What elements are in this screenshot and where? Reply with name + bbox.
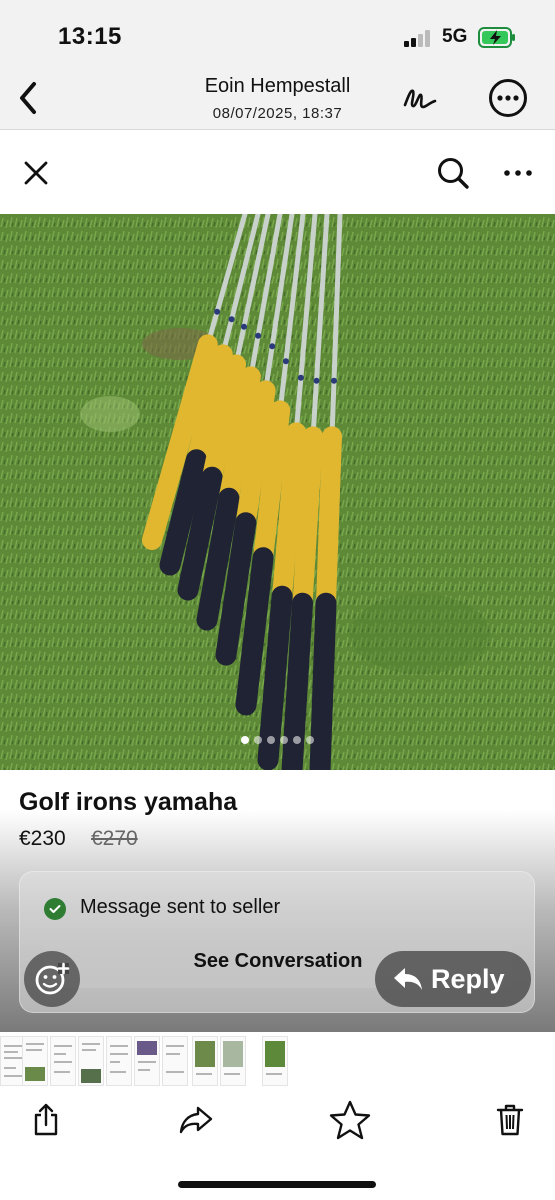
message-sent-text: Message sent to seller bbox=[80, 896, 281, 918]
more-options-button[interactable] bbox=[486, 76, 530, 120]
favorite-button[interactable] bbox=[326, 1096, 374, 1144]
shaft-band bbox=[331, 377, 337, 384]
page-thumbnail[interactable] bbox=[192, 1036, 218, 1086]
shaft-band bbox=[241, 323, 247, 330]
checkmark-icon bbox=[44, 898, 66, 920]
markup-button[interactable] bbox=[398, 76, 442, 120]
search-icon bbox=[438, 158, 469, 189]
ellipsis-icon bbox=[504, 170, 532, 176]
page-thumbnail[interactable] bbox=[162, 1036, 188, 1086]
shaft-band bbox=[214, 308, 221, 315]
shaft-band bbox=[297, 374, 304, 381]
pager-dot[interactable] bbox=[293, 736, 301, 744]
pager-dot[interactable] bbox=[306, 736, 314, 744]
page-thumbnail[interactable] bbox=[262, 1036, 288, 1086]
shaft-band bbox=[282, 358, 289, 365]
status-bar: 13:15 5G bbox=[0, 0, 555, 70]
club-grip-upper bbox=[292, 426, 323, 614]
pager-dot[interactable] bbox=[280, 736, 288, 744]
share-button[interactable] bbox=[22, 1096, 70, 1144]
reply-button[interactable]: Reply bbox=[375, 951, 531, 1007]
ellipsis-circle-icon bbox=[489, 79, 527, 117]
club-grip-upper bbox=[316, 426, 342, 614]
sender-name: Eoin Hempestall bbox=[204, 75, 351, 97]
listing-toolbar bbox=[0, 131, 555, 214]
shaft-band bbox=[269, 343, 276, 350]
forward-icon bbox=[179, 1106, 213, 1134]
reply-arrow-icon bbox=[394, 968, 422, 990]
page-thumbnail[interactable] bbox=[134, 1036, 160, 1086]
listing-more-button[interactable] bbox=[496, 151, 540, 195]
trash-icon bbox=[496, 1104, 524, 1136]
page-thumbnail[interactable] bbox=[220, 1036, 246, 1086]
page-thumbnail[interactable] bbox=[50, 1036, 76, 1086]
email-date: 08/07/2025, 18:37 bbox=[212, 105, 343, 122]
close-button[interactable] bbox=[14, 151, 58, 195]
listing-title: Golf irons yamaha bbox=[19, 788, 238, 816]
pager-dot[interactable] bbox=[267, 736, 275, 744]
share-icon bbox=[34, 1103, 58, 1136]
cellular-signal-icon bbox=[404, 30, 434, 47]
email-header: Eoin Hempestall 08/07/2025, 18:37 bbox=[0, 70, 555, 130]
page-thumbnail[interactable] bbox=[22, 1036, 48, 1086]
page-thumbnail-strip[interactable] bbox=[0, 1032, 555, 1090]
search-button[interactable] bbox=[431, 151, 475, 195]
forward-button[interactable] bbox=[172, 1096, 220, 1144]
add-reaction-button[interactable] bbox=[24, 951, 80, 1007]
club-grip-upper bbox=[272, 422, 307, 607]
network-type: 5G bbox=[442, 26, 468, 47]
shaft-band bbox=[228, 316, 235, 323]
home-indicator[interactable] bbox=[178, 1181, 376, 1188]
golf-irons-image bbox=[0, 214, 555, 770]
club-grip-lower bbox=[309, 592, 337, 770]
page-thumbnail[interactable] bbox=[106, 1036, 132, 1086]
reply-label: Reply bbox=[431, 963, 505, 994]
page-thumbnail[interactable] bbox=[78, 1036, 104, 1086]
star-icon bbox=[329, 1100, 371, 1140]
pager-dot[interactable] bbox=[241, 736, 249, 744]
battery-charging-icon bbox=[478, 27, 515, 48]
status-time: 13:15 bbox=[58, 23, 122, 50]
add-reaction-icon bbox=[35, 962, 70, 995]
product-photo[interactable] bbox=[0, 214, 555, 770]
image-pager[interactable] bbox=[0, 736, 555, 744]
listing-original-price: €270 bbox=[91, 827, 138, 850]
pager-dot[interactable] bbox=[254, 736, 262, 744]
listing-price: €230 bbox=[19, 827, 66, 850]
shaft-band bbox=[313, 377, 320, 384]
club-grip-lower bbox=[281, 592, 313, 770]
shaft-band bbox=[255, 332, 262, 339]
markup-pen-icon bbox=[403, 89, 437, 109]
delete-button[interactable] bbox=[486, 1096, 534, 1144]
close-icon bbox=[24, 161, 48, 185]
